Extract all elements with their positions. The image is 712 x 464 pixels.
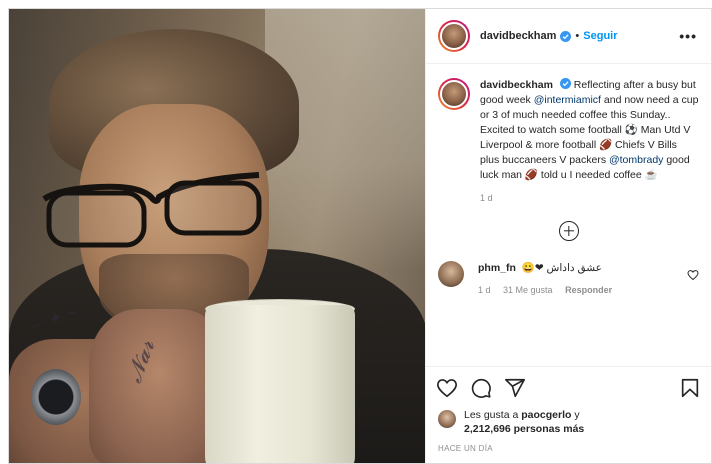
comment-icon[interactable] xyxy=(470,377,492,399)
photo-coffee-mug xyxy=(205,305,355,463)
more-options-icon[interactable]: ••• xyxy=(679,28,697,44)
comment-age[interactable]: 1 d xyxy=(478,285,491,295)
likes-connector: y xyxy=(571,409,580,421)
liker-avatar[interactable] xyxy=(438,410,456,428)
mention-link[interactable]: @tombrady xyxy=(609,154,663,166)
follow-button[interactable]: Seguir xyxy=(583,30,617,42)
verified-badge-icon xyxy=(559,78,571,89)
instagram-post: 𝓝𝓪𝓻 ~ ✦ ~ davidbeckham • Seguir ••• davi… xyxy=(8,8,712,464)
author-username[interactable]: davidbeckham xyxy=(480,30,556,42)
photo-watch xyxy=(31,369,81,425)
verified-badge-icon xyxy=(560,30,572,42)
plus-circle-icon[interactable] xyxy=(558,221,579,241)
header-separator: • xyxy=(575,30,580,42)
post-header: davidbeckham • Seguir ••• xyxy=(426,9,711,64)
post-sidebar: davidbeckham • Seguir ••• davidbeckham R… xyxy=(425,9,711,463)
comment-body: phm_fn عشق داداش ❤😀 1 d 31 Me gusta Resp… xyxy=(478,261,687,295)
author-avatar[interactable] xyxy=(438,20,470,52)
post-timestamp[interactable]: HACE UN DÍA xyxy=(426,436,711,463)
action-bar xyxy=(426,366,711,408)
caption-age[interactable]: 1 d xyxy=(480,193,699,203)
likes-summary: Les gusta a paocgerlo y 2,212,696 person… xyxy=(426,408,711,436)
reply-button[interactable]: Responder xyxy=(565,285,612,295)
load-more-comments[interactable] xyxy=(438,221,699,241)
share-icon[interactable] xyxy=(504,377,526,399)
comment-avatar[interactable] xyxy=(438,261,464,287)
comment-likes[interactable]: 31 Me gusta xyxy=(503,285,553,295)
comments-area[interactable]: davidbeckham Reflecting after a busy but… xyxy=(426,64,711,366)
caption-avatar[interactable] xyxy=(438,78,470,110)
likes-text: Les gusta a paocgerlo y 2,212,696 person… xyxy=(464,408,584,436)
caption-username[interactable]: davidbeckham xyxy=(480,79,553,91)
post-photo[interactable]: 𝓝𝓪𝓻 ~ ✦ ~ xyxy=(9,9,425,463)
comment-message: عشق داداش ❤😀 xyxy=(521,262,602,274)
liker-username[interactable]: paocgerlo xyxy=(521,409,571,421)
caption-text: davidbeckham Reflecting after a busy but… xyxy=(480,78,699,183)
photo-glasses xyxy=(42,172,262,248)
caption: davidbeckham Reflecting after a busy but… xyxy=(438,78,699,183)
comment-username[interactable]: phm_fn xyxy=(478,262,516,274)
comment-item: phm_fn عشق داداش ❤😀 1 d 31 Me gusta Resp… xyxy=(438,261,699,295)
mention-link[interactable]: @intermiamicf xyxy=(534,94,601,106)
likes-prefix: Les gusta a xyxy=(464,409,522,421)
bookmark-icon[interactable] xyxy=(679,377,701,399)
comment-meta: 1 d 31 Me gusta Responder xyxy=(478,285,687,295)
likes-count[interactable]: 2,212,696 personas más xyxy=(464,423,584,435)
comment-text: phm_fn عشق داداش ❤😀 xyxy=(478,261,687,275)
heart-icon[interactable] xyxy=(687,269,699,281)
heart-icon[interactable] xyxy=(436,377,458,399)
